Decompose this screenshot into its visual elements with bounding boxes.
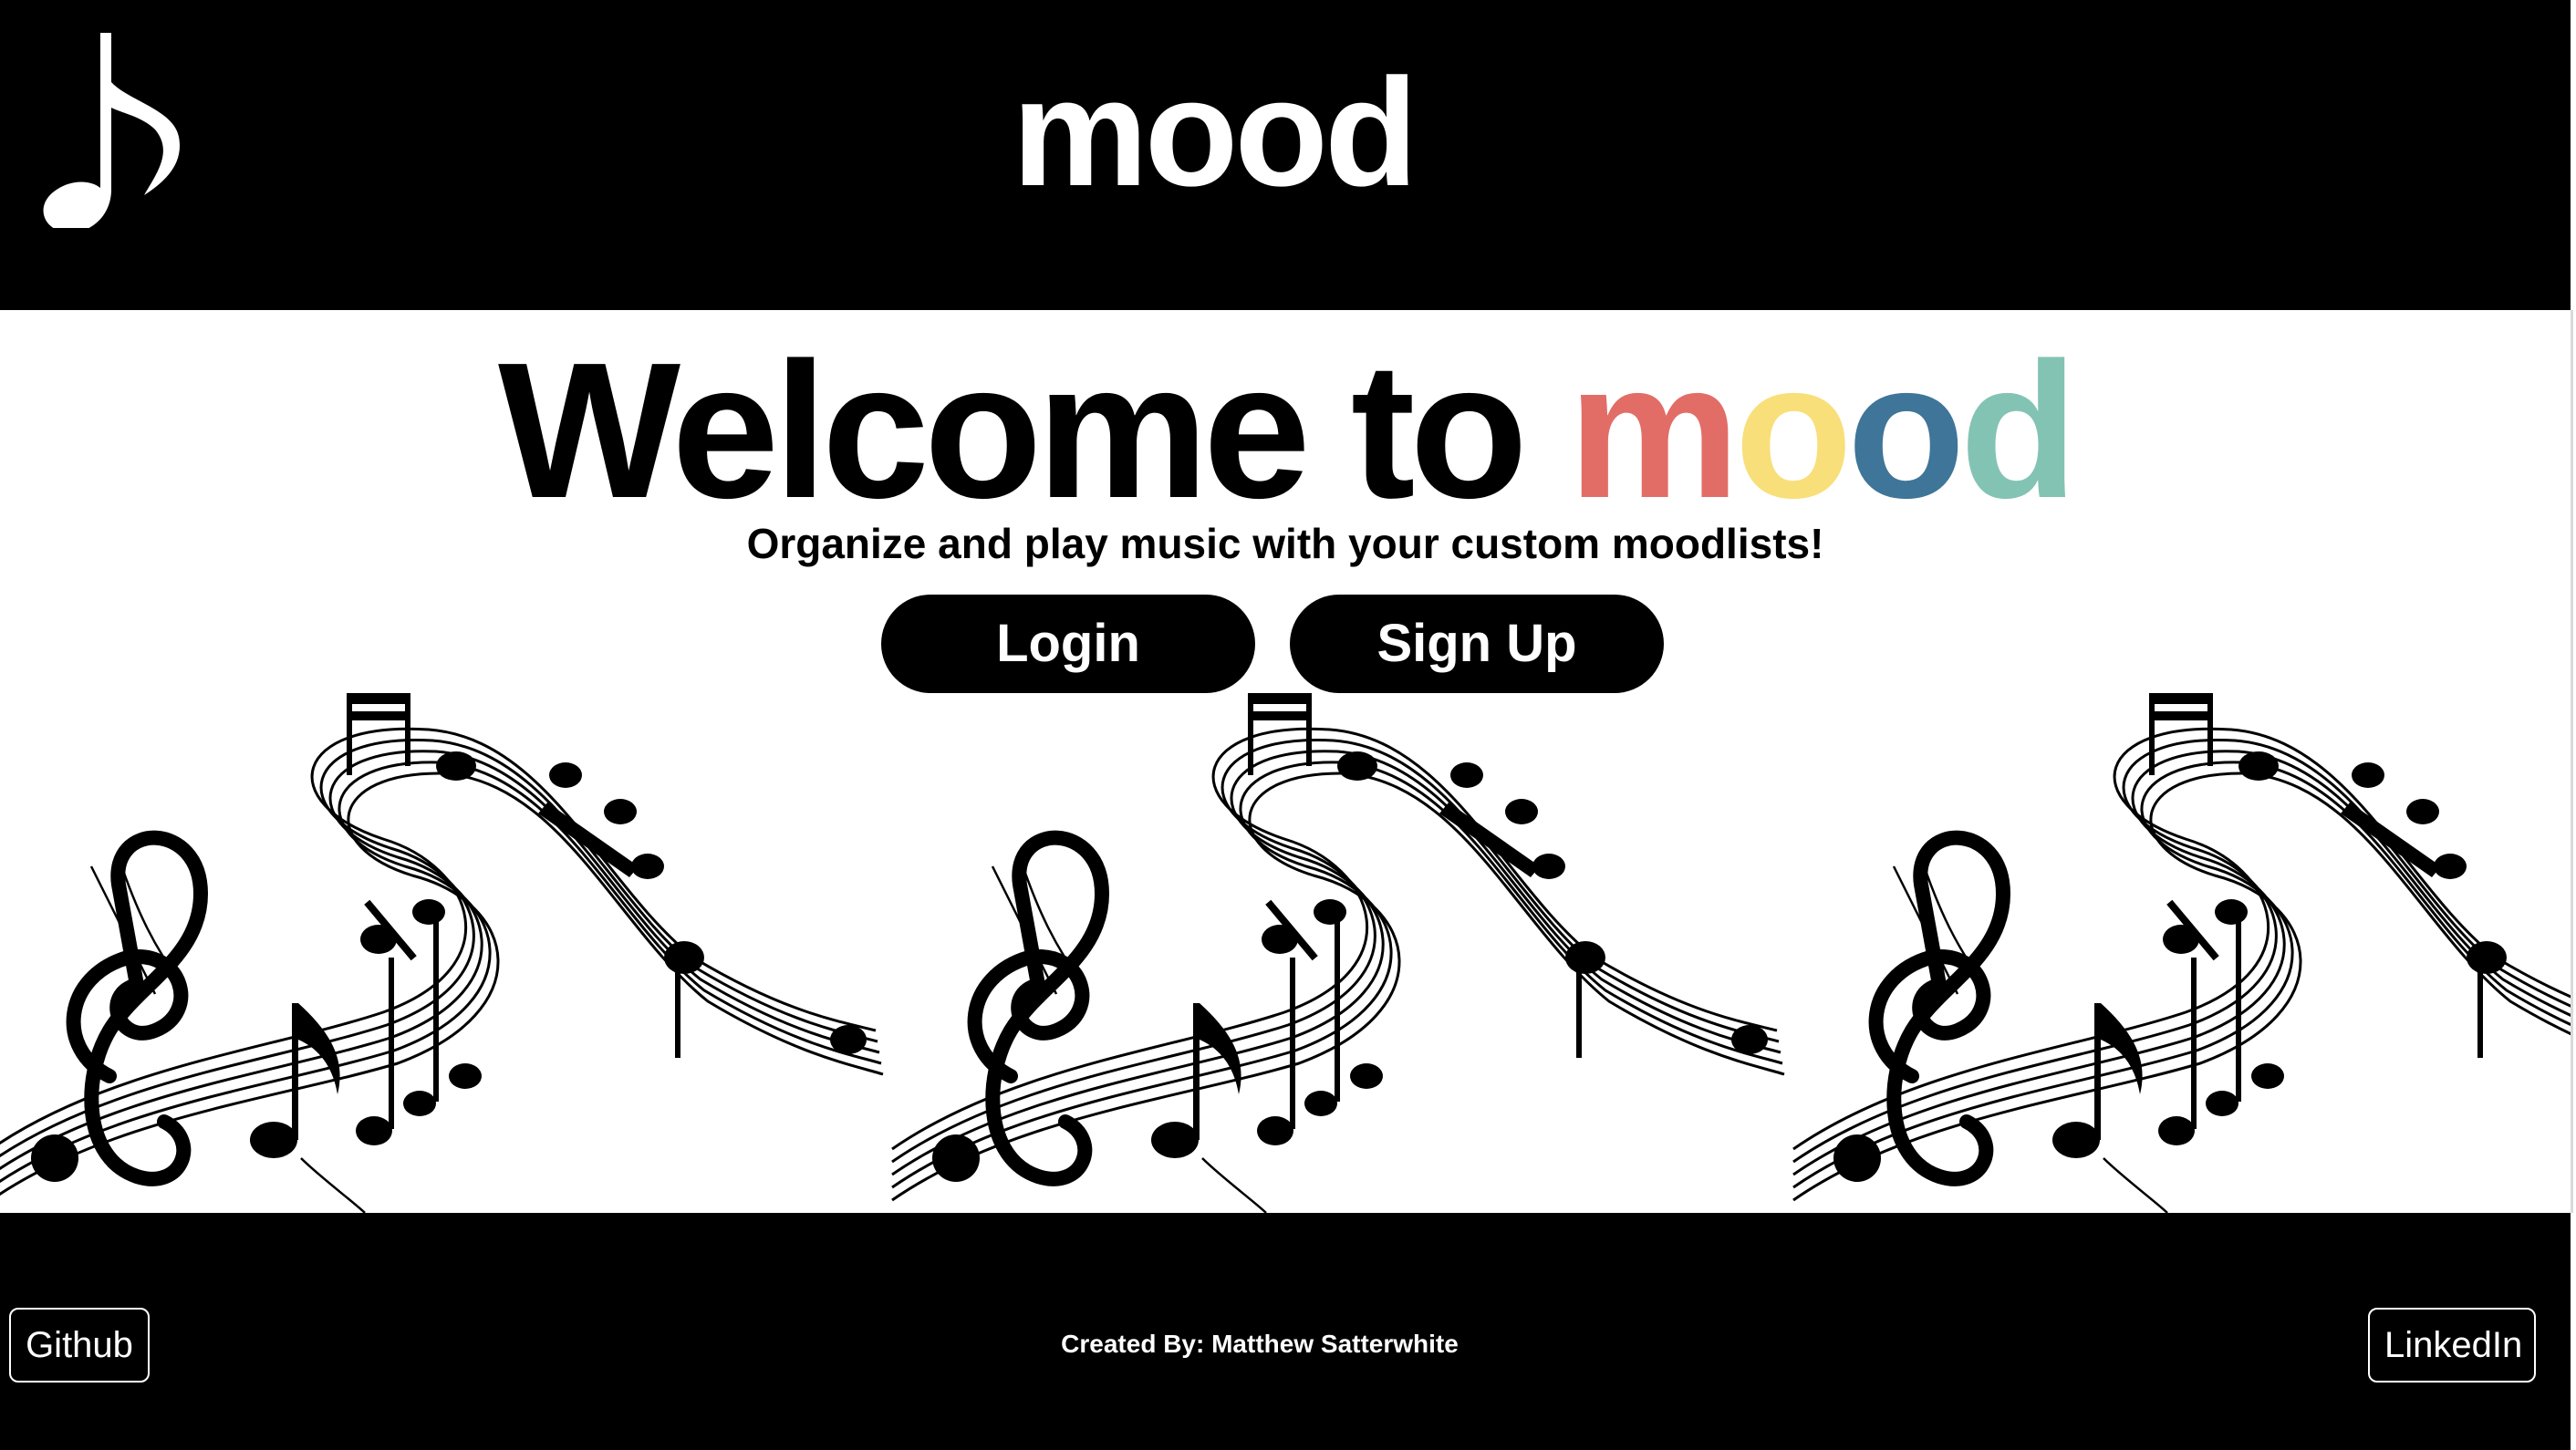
- footer: Github Created By: Matthew Satterwhite L…: [0, 1213, 2571, 1450]
- mood-letter-d: d: [1959, 322, 2078, 538]
- to-word: to: [1350, 322, 1528, 538]
- creator-credit: Created By: Matthew Satterwhite: [1061, 1330, 1459, 1358]
- welcome-word: Welcome: [497, 322, 1311, 538]
- mood-letter-o2: o: [1847, 322, 1965, 538]
- tagline: Organize and play music with your custom…: [746, 520, 1824, 567]
- top-header: mood: [0, 0, 2571, 310]
- welcome-heading: Welcome to mood: [0, 321, 2571, 540]
- landing-page: mood Welcome to mood Organize and play mus…: [0, 0, 2576, 1450]
- music-staff-banner: [0, 684, 2571, 1215]
- music-note-icon: [36, 27, 201, 233]
- signup-button[interactable]: Sign Up: [1290, 595, 1664, 693]
- linkedin-link-button[interactable]: LinkedIn: [2368, 1308, 2536, 1383]
- page-edge-divider: [2571, 310, 2573, 1213]
- app-title: mood: [1012, 47, 1418, 218]
- login-button[interactable]: Login: [881, 595, 1255, 693]
- mood-letter-m: m: [1567, 322, 1740, 538]
- mood-letter-o1: o: [1734, 322, 1853, 538]
